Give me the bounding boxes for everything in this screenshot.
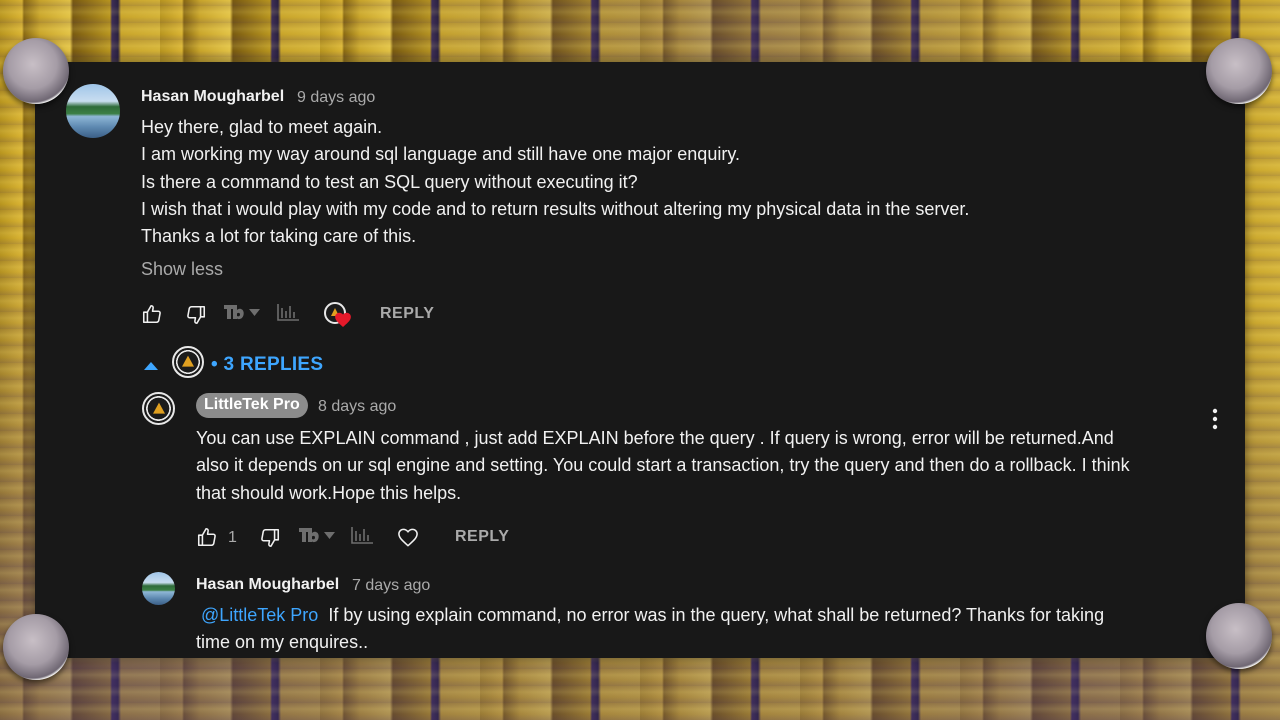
show-less-link[interactable]: Show less <box>141 259 223 280</box>
tubebuddy-icon[interactable] <box>222 303 262 321</box>
reply-body: You can use EXPLAIN command , just add E… <box>196 425 1206 507</box>
comment-line: I am working my way around sql language … <box>141 144 740 165</box>
replies-toggle-button[interactable]: • 3 REPLIES <box>211 354 323 376</box>
comment-line: Is there a command to test an SQL query … <box>141 171 638 192</box>
caret-up-icon[interactable] <box>143 361 159 371</box>
pushpin-top-left <box>3 38 69 104</box>
comment-author[interactable]: Hasan Mougharbel <box>141 88 284 106</box>
comment-time[interactable]: 9 days ago <box>297 89 375 107</box>
thumbs-up-icon[interactable] <box>196 526 218 548</box>
comment-line: Thanks a lot for taking care of this. <box>141 226 417 247</box>
like-count: 1 <box>228 529 237 546</box>
pushpin-top-right <box>1206 38 1272 104</box>
comment-line: Hey there, glad to meet again. <box>141 117 383 137</box>
thumbs-down-icon[interactable] <box>259 527 281 549</box>
author-badge[interactable]: LittleTek Pro <box>196 393 308 418</box>
reply-line-text: If by using explain command, no error wa… <box>328 605 1105 625</box>
reply-line: @LittleTek Pro If by using explain comman… <box>196 602 1206 629</box>
reply-time[interactable]: 7 days ago <box>352 577 430 595</box>
comments-panel: Hasan Mougharbel 9 days ago Hey there, g… <box>35 62 1245 658</box>
reply-button[interactable]: REPLY <box>455 528 509 546</box>
comment-line: I wish that i would play with my code an… <box>141 198 970 219</box>
pushpin-bottom-right <box>1206 603 1272 669</box>
reply-body: @LittleTek Pro If by using explain comman… <box>196 602 1206 657</box>
tubebuddy-icon[interactable] <box>297 526 337 544</box>
replies-creator-avatar <box>172 346 204 378</box>
comment-body: Hey there, glad to meet again. I am work… <box>141 114 1141 250</box>
reply-button[interactable]: REPLY <box>380 305 434 323</box>
reply-line: that should work.Hope this helps. <box>196 482 462 503</box>
reply-line: You can use EXPLAIN command , just add E… <box>196 428 1114 448</box>
heart-outline-icon[interactable] <box>397 527 419 547</box>
reply-time[interactable]: 8 days ago <box>318 398 396 416</box>
reply-line: time on my enquires.. <box>196 632 369 653</box>
reply-author[interactable]: Hasan Mougharbel <box>196 576 339 594</box>
analytics-icon[interactable] <box>276 302 300 322</box>
reply-line: also it depends on ur sql engine and set… <box>196 455 1130 476</box>
hearted-icon[interactable] <box>324 302 354 332</box>
avatar[interactable] <box>142 392 175 425</box>
mention-link[interactable]: @LittleTek Pro <box>201 605 318 625</box>
analytics-icon[interactable] <box>350 525 374 545</box>
avatar[interactable] <box>142 572 175 605</box>
thumbs-up-icon[interactable] <box>141 303 163 325</box>
more-vertical-icon[interactable] <box>1204 407 1226 431</box>
pushpin-bottom-left <box>3 614 69 680</box>
thumbs-down-icon[interactable] <box>185 304 207 326</box>
avatar[interactable] <box>66 84 120 138</box>
